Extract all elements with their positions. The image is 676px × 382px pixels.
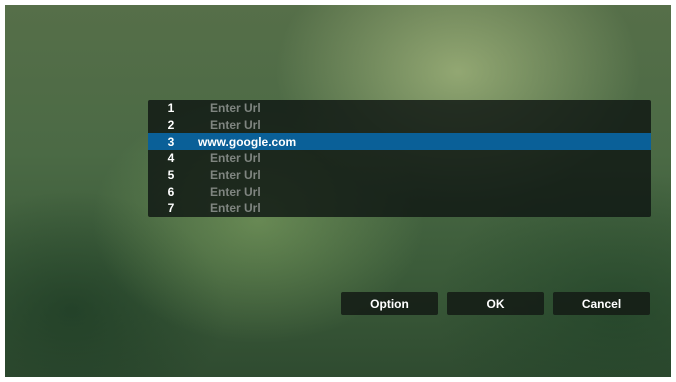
- url-list: 1 Enter Url 2 Enter Url 3 www.google.com…: [148, 100, 651, 217]
- url-row-1[interactable]: 1 Enter Url: [148, 100, 651, 117]
- url-row-number: 4: [167, 151, 175, 166]
- url-row-value: www.google.com: [198, 134, 297, 149]
- url-row-value: Enter Url: [210, 118, 261, 133]
- screen: 1 Enter Url 2 Enter Url 3 www.google.com…: [5, 5, 671, 377]
- url-row-number: 3: [167, 134, 175, 149]
- ok-button[interactable]: OK: [447, 292, 544, 315]
- url-row-value: Enter Url: [210, 151, 261, 166]
- url-row-number: 5: [167, 168, 175, 183]
- url-row-6[interactable]: 6 Enter Url: [148, 183, 651, 200]
- url-row-value: Enter Url: [210, 101, 261, 116]
- url-row-3[interactable]: 3 www.google.com: [148, 133, 651, 151]
- url-row-5[interactable]: 5 Enter Url: [148, 167, 651, 184]
- url-row-2[interactable]: 2 Enter Url: [148, 117, 651, 134]
- url-row-number: 2: [167, 118, 175, 133]
- url-row-number: 1: [167, 101, 175, 116]
- url-row-number: 6: [167, 184, 175, 199]
- url-row-7[interactable]: 7 Enter Url: [148, 200, 651, 217]
- url-row-number: 7: [167, 201, 175, 216]
- option-button[interactable]: Option: [341, 292, 438, 315]
- url-row-4[interactable]: 4 Enter Url: [148, 150, 651, 167]
- url-row-value: Enter Url: [210, 184, 261, 199]
- url-row-value: Enter Url: [210, 168, 261, 183]
- url-row-value: Enter Url: [210, 201, 261, 216]
- cancel-button[interactable]: Cancel: [553, 292, 650, 315]
